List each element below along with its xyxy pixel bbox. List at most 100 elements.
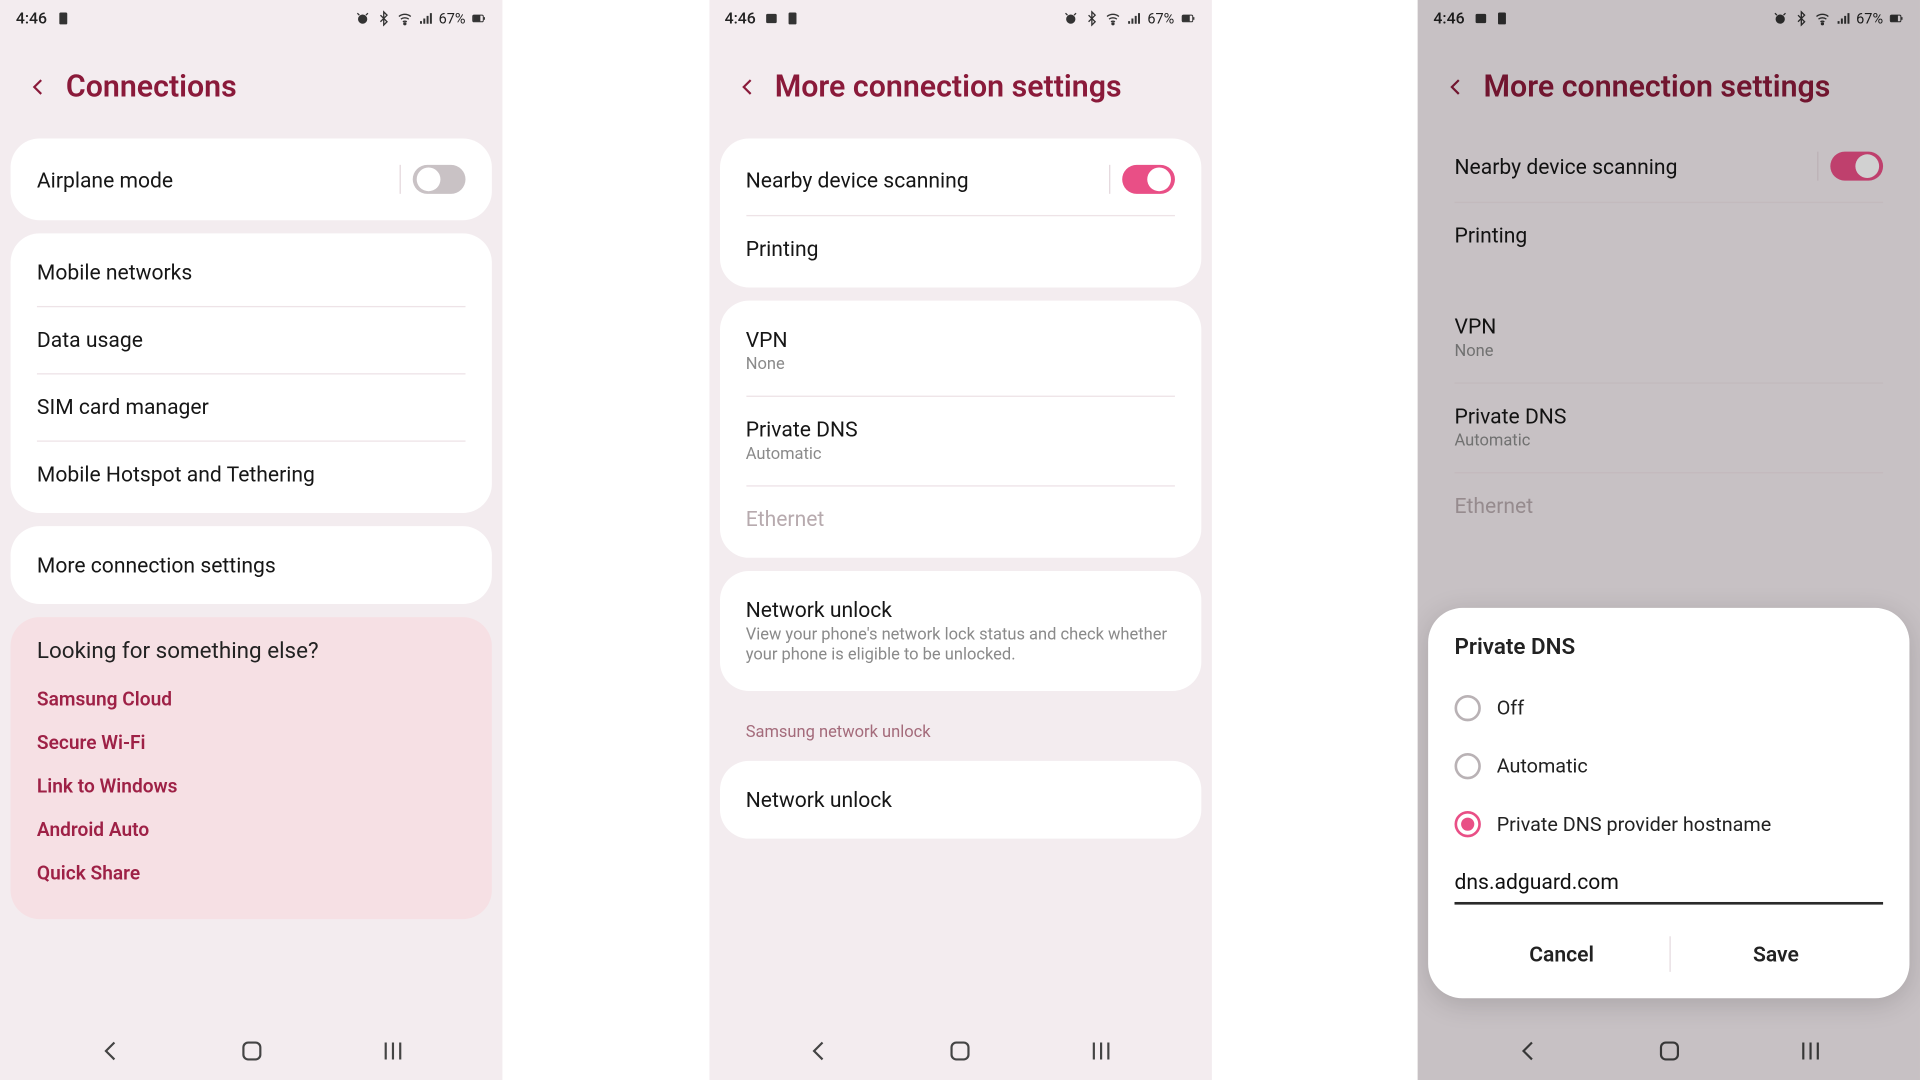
- row-label: Mobile networks: [37, 260, 192, 285]
- row-label: Nearby device scanning: [746, 167, 969, 192]
- link-secure-wifi[interactable]: Secure Wi-Fi: [37, 721, 466, 765]
- gallery-icon: [764, 11, 780, 27]
- link-quick-share[interactable]: Quick Share: [37, 852, 466, 896]
- row-label: More connection settings: [37, 553, 276, 578]
- alarm-icon: [1063, 11, 1079, 27]
- nav-bar: [0, 1022, 502, 1080]
- header: More connection settings: [1418, 37, 1920, 125]
- card-looking-for: Looking for something else? Samsung Clou…: [11, 617, 492, 919]
- alarm-icon: [354, 11, 370, 27]
- nav-home[interactable]: [237, 1036, 266, 1065]
- row-label: Mobile Hotspot and Tethering: [37, 462, 315, 487]
- card-more: More connection settings: [11, 526, 492, 604]
- radio-option-hostname[interactable]: Private DNS provider hostname: [1455, 795, 1884, 853]
- card-networks: Mobile networks Data usage SIM card mana…: [11, 233, 492, 513]
- row-label: Private DNS: [1455, 404, 1567, 429]
- phone-private-dns-dialog: 4:46 67% More connection settings: [1418, 0, 1920, 1080]
- radio-label: Off: [1497, 696, 1524, 720]
- card-network: VPNNone Private DNSAutomatic Ethernet: [719, 301, 1200, 558]
- row-label: VPN: [746, 327, 788, 352]
- row-label: Nearby device scanning: [1455, 154, 1678, 179]
- radio-icon: [1455, 753, 1481, 779]
- page-title: More connection settings: [1484, 69, 1831, 105]
- nearby-toggle[interactable]: [1122, 165, 1175, 194]
- row-private-dns[interactable]: Private DNSAutomatic: [719, 396, 1200, 486]
- status-bar: 4:46 67%: [0, 0, 502, 37]
- alarm-icon: [1772, 11, 1788, 27]
- wifi-icon: [1814, 11, 1830, 27]
- status-time: 4:46: [725, 9, 756, 27]
- radio-icon: [1455, 811, 1481, 837]
- cancel-button[interactable]: Cancel: [1455, 923, 1669, 985]
- battery-icon: [1888, 11, 1904, 27]
- radio-option-off[interactable]: Off: [1455, 679, 1884, 737]
- battery-percent: 67%: [439, 10, 466, 27]
- bluetooth-icon: [375, 11, 391, 27]
- private-dns-dialog: Private DNS Off Automatic Private DNS pr…: [1428, 608, 1909, 998]
- save-button[interactable]: Save: [1669, 923, 1883, 985]
- link-android-auto[interactable]: Android Auto: [37, 808, 466, 852]
- nav-home[interactable]: [1654, 1036, 1683, 1065]
- link-samsung-cloud[interactable]: Samsung Cloud: [37, 678, 466, 722]
- row-ethernet: Ethernet: [719, 485, 1200, 552]
- row-vpn[interactable]: VPNNone: [719, 306, 1200, 396]
- row-label: Ethernet: [1455, 493, 1534, 518]
- nav-back[interactable]: [1513, 1036, 1542, 1065]
- page-title: Connections: [66, 69, 237, 105]
- nav-recents[interactable]: [378, 1036, 407, 1065]
- row-mobile-networks[interactable]: Mobile networks: [11, 239, 492, 306]
- back-button[interactable]: [26, 75, 50, 99]
- card-network-unlock: Network unlockView your phone's network …: [719, 571, 1200, 691]
- row-printing[interactable]: Printing: [719, 215, 1200, 282]
- status-bar: 4:46 67%: [1418, 0, 1920, 37]
- signal-icon: [1835, 11, 1851, 27]
- row-samsung-network-unlock[interactable]: Network unlock: [719, 766, 1200, 833]
- row-label: Network unlock: [746, 597, 1175, 622]
- radio-option-automatic[interactable]: Automatic: [1455, 737, 1884, 795]
- card-airplane: Airplane mode: [11, 138, 492, 220]
- battery-icon: [1180, 11, 1196, 27]
- row-label: Private DNS: [746, 417, 858, 442]
- radio-icon: [1455, 695, 1481, 721]
- bluetooth-icon: [1793, 11, 1809, 27]
- back-button[interactable]: [1444, 75, 1468, 99]
- battery-icon: [471, 11, 487, 27]
- row-airplane-mode[interactable]: Airplane mode: [11, 144, 492, 215]
- row-sublabel: Automatic: [746, 444, 858, 464]
- sim-icon: [1494, 11, 1510, 27]
- dialog-actions: Cancel Save: [1455, 923, 1884, 985]
- header: Connections: [0, 37, 502, 125]
- dns-hostname-input[interactable]: [1455, 861, 1884, 905]
- nav-recents[interactable]: [1795, 1036, 1824, 1065]
- row-hotspot-tethering[interactable]: Mobile Hotspot and Tethering: [11, 440, 492, 507]
- signal-icon: [1126, 11, 1142, 27]
- status-time: 4:46: [16, 9, 47, 27]
- airplane-toggle[interactable]: [413, 165, 466, 194]
- nav-home[interactable]: [945, 1036, 974, 1065]
- card-scan-print: Nearby device scanning Printing: [719, 138, 1200, 287]
- row-private-dns: Private DNSAutomatic: [1428, 382, 1909, 472]
- battery-percent: 67%: [1856, 10, 1883, 27]
- page-title: More connection settings: [775, 69, 1122, 105]
- sim-icon: [55, 11, 71, 27]
- back-button[interactable]: [735, 75, 759, 99]
- nav-bar: [709, 1022, 1211, 1080]
- row-network-unlock[interactable]: Network unlockView your phone's network …: [719, 576, 1200, 685]
- row-nearby-scanning[interactable]: Nearby device scanning: [719, 144, 1200, 215]
- row-vpn: VPNNone: [1428, 293, 1909, 383]
- row-ethernet: Ethernet: [1428, 472, 1909, 539]
- row-sim-card-manager[interactable]: SIM card manager: [11, 373, 492, 440]
- nav-back[interactable]: [96, 1036, 125, 1065]
- radio-label: Private DNS provider hostname: [1497, 812, 1772, 836]
- nav-back[interactable]: [804, 1036, 833, 1065]
- nav-bar: [1418, 1022, 1920, 1080]
- signal-icon: [417, 11, 433, 27]
- row-more-connection-settings[interactable]: More connection settings: [11, 531, 492, 598]
- nav-recents[interactable]: [1087, 1036, 1116, 1065]
- row-sublabel: Automatic: [1455, 431, 1567, 451]
- row-data-usage[interactable]: Data usage: [11, 306, 492, 373]
- phone-connections: 4:46 67% Connections: [0, 0, 502, 1080]
- header: More connection settings: [709, 37, 1211, 125]
- link-link-to-windows[interactable]: Link to Windows: [37, 765, 466, 809]
- row-nearby-scanning: Nearby device scanning: [1428, 131, 1909, 202]
